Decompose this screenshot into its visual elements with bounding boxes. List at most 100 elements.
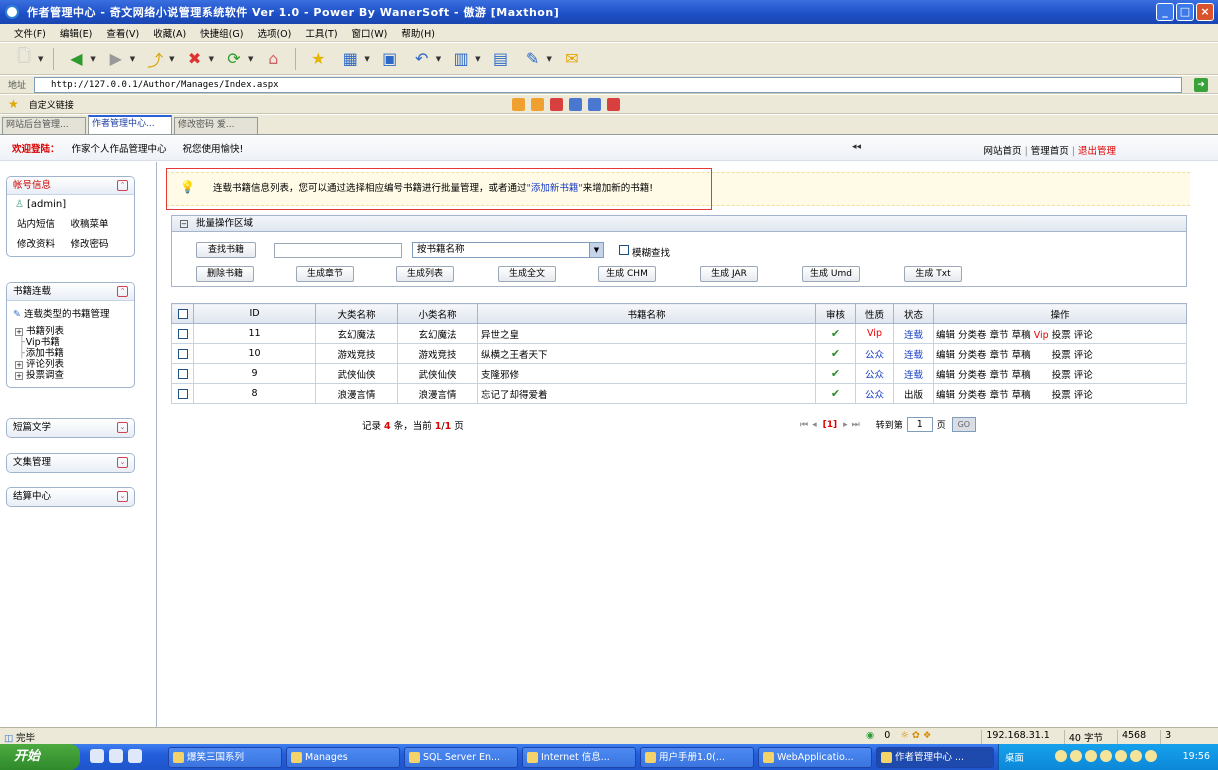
favorites-star-icon[interactable]: ★ [306, 47, 330, 71]
up-icon[interactable]: ⤴ [143, 47, 167, 71]
op-volumes[interactable]: 分类卷 [958, 350, 987, 361]
link-submissions[interactable]: 收稿菜单 [71, 216, 125, 230]
tray-icon[interactable] [1100, 750, 1112, 762]
collapse-sidebar-icon[interactable]: ◂◂ [852, 142, 861, 152]
expand-icon[interactable]: ⌄ [117, 491, 128, 502]
cell-status[interactable]: 连载 [893, 363, 934, 384]
dropdown-arrow-icon[interactable]: ▼ [38, 55, 43, 63]
columns-icon[interactable]: ▥ [449, 47, 473, 71]
generate-chapters-button[interactable]: 生成章节 [296, 266, 354, 282]
header-audit[interactable]: 审核 [815, 303, 856, 324]
tile-icon[interactable] [588, 98, 601, 111]
chevron-down-icon[interactable]: ▼ [589, 243, 603, 257]
refresh-icon[interactable]: ⟳ [222, 47, 246, 71]
dropdown-arrow-icon[interactable]: ▼ [248, 55, 253, 63]
op-edit[interactable]: 编辑 [936, 330, 955, 341]
op-votes[interactable]: 投票 [1052, 370, 1071, 381]
generate-jar-button[interactable]: 生成 JAR [700, 266, 758, 282]
pager-current[interactable]: [1] [823, 420, 838, 430]
op-comments[interactable]: 评论 [1074, 370, 1093, 381]
dropdown-arrow-icon[interactable]: ▼ [436, 55, 441, 63]
menu-window[interactable]: 窗口(W) [352, 26, 388, 40]
header-nature[interactable]: 性质 [855, 303, 894, 324]
ie-icon[interactable] [90, 749, 104, 763]
next-page-icon[interactable]: ▸ [843, 420, 848, 430]
task-item[interactable]: 爆笑三国系列 [168, 747, 282, 768]
search-books-button[interactable]: 查找书籍 [196, 242, 256, 258]
header-status[interactable]: 状态 [893, 303, 934, 324]
dropdown-arrow-icon[interactable]: ▼ [209, 55, 214, 63]
op-drafts[interactable]: 草稿 [1012, 370, 1031, 381]
dropdown-arrow-icon[interactable]: ▼ [364, 55, 369, 63]
op-drafts[interactable]: 草稿 [1012, 390, 1031, 401]
collapse-icon[interactable]: − [180, 220, 188, 228]
op-comments[interactable]: 评论 [1074, 390, 1093, 401]
op-chapters[interactable]: 章节 [990, 330, 1009, 341]
prev-page-icon[interactable]: ◂ [812, 420, 817, 430]
close-button[interactable]: × [1196, 3, 1214, 21]
search-input[interactable] [274, 243, 402, 258]
tray-icon[interactable] [1055, 750, 1067, 762]
tray-icon[interactable] [1130, 750, 1142, 762]
tree-item-comments[interactable]: + 评论列表 [15, 359, 134, 370]
menu-options[interactable]: 选项(O) [257, 26, 291, 40]
generate-txt-button[interactable]: 生成 Txt [904, 266, 962, 282]
header-id[interactable]: ID [193, 303, 316, 324]
close-tab-icon[interactable] [550, 98, 563, 111]
favorites-star-icon[interactable]: ★ [8, 97, 19, 111]
tab-author-center[interactable]: 作者管理中心... [88, 115, 172, 134]
goto-page-input[interactable]: 1 [906, 417, 933, 432]
cell-book-name[interactable]: 忘记了却得爱着 [477, 383, 816, 404]
search-field-select[interactable]: 按书籍名称 ▼ [412, 242, 604, 258]
op-votes[interactable]: 投票 [1052, 330, 1071, 341]
tray-icon[interactable] [1145, 750, 1157, 762]
tree-item-vip-books[interactable]: Vip书籍 [15, 337, 134, 348]
menu-help[interactable]: 帮助(H) [401, 26, 435, 40]
minimize-button[interactable]: _ [1156, 3, 1174, 21]
notes-icon[interactable]: ✉ [560, 47, 584, 71]
op-chapters[interactable]: 章节 [990, 390, 1009, 401]
generate-list-button[interactable]: 生成列表 [396, 266, 454, 282]
expand-icon[interactable]: + [15, 361, 23, 369]
maximize-button[interactable]: □ [1176, 3, 1194, 21]
task-item[interactable]: Manages [286, 747, 400, 768]
cell-status[interactable]: 连载 [893, 323, 934, 344]
tree-item-book-list[interactable]: + 书籍列表 [15, 326, 134, 337]
start-button[interactable]: 开始 [0, 744, 80, 770]
header-minor-category[interactable]: 小类名称 [397, 303, 478, 324]
row-checkbox[interactable] [177, 328, 188, 339]
media-icon[interactable] [128, 749, 142, 763]
group-icon[interactable]: ▦ [338, 47, 362, 71]
cell-status[interactable]: 连载 [893, 343, 934, 364]
expand-icon[interactable]: ⌄ [117, 422, 128, 433]
menu-view[interactable]: 查看(V) [106, 26, 139, 40]
generate-umd-button[interactable]: 生成 Umd [802, 266, 860, 282]
prev-tab-icon[interactable] [512, 98, 525, 111]
add-book-link[interactable]: "添加新书籍" [526, 183, 582, 194]
menu-tools[interactable]: 工具(T) [305, 26, 337, 40]
collapse-icon[interactable]: ⌃ [117, 180, 128, 191]
op-drafts[interactable]: 草稿 [1012, 330, 1031, 341]
undo-icon[interactable]: ↶ [410, 47, 434, 71]
first-page-icon[interactable]: ⏮ [800, 420, 808, 430]
menu-favorites[interactable]: 收藏(A) [153, 26, 186, 40]
select-all-checkbox[interactable] [177, 308, 188, 319]
back-icon[interactable]: ◀ [64, 47, 88, 71]
op-chapters[interactable]: 章节 [990, 350, 1009, 361]
row-checkbox[interactable] [177, 348, 188, 359]
cell-book-name[interactable]: 异世之皇 [477, 323, 816, 344]
header-book-name[interactable]: 书籍名称 [477, 303, 816, 324]
settlement-header[interactable]: 结算中心 ⌄ [7, 488, 134, 506]
menu-file[interactable]: 文件(F) [14, 26, 46, 40]
edit-page-icon[interactable]: ✎ [521, 47, 545, 71]
op-edit[interactable]: 编辑 [936, 370, 955, 381]
task-item-active[interactable]: 作者管理中心 ... [876, 747, 994, 768]
expand-icon[interactable]: ⌄ [117, 457, 128, 468]
close-all-icon[interactable] [607, 98, 620, 111]
chart-icon[interactable]: ▣ [378, 47, 402, 71]
go-arrow-icon[interactable]: ➜ [1194, 78, 1208, 92]
row-checkbox[interactable] [177, 388, 188, 399]
address-input[interactable]: http://127.0.0.1/Author/Manages/Index.as… [34, 77, 1182, 93]
op-votes[interactable]: 投票 [1052, 390, 1071, 401]
dropdown-arrow-icon[interactable]: ▼ [169, 55, 174, 63]
